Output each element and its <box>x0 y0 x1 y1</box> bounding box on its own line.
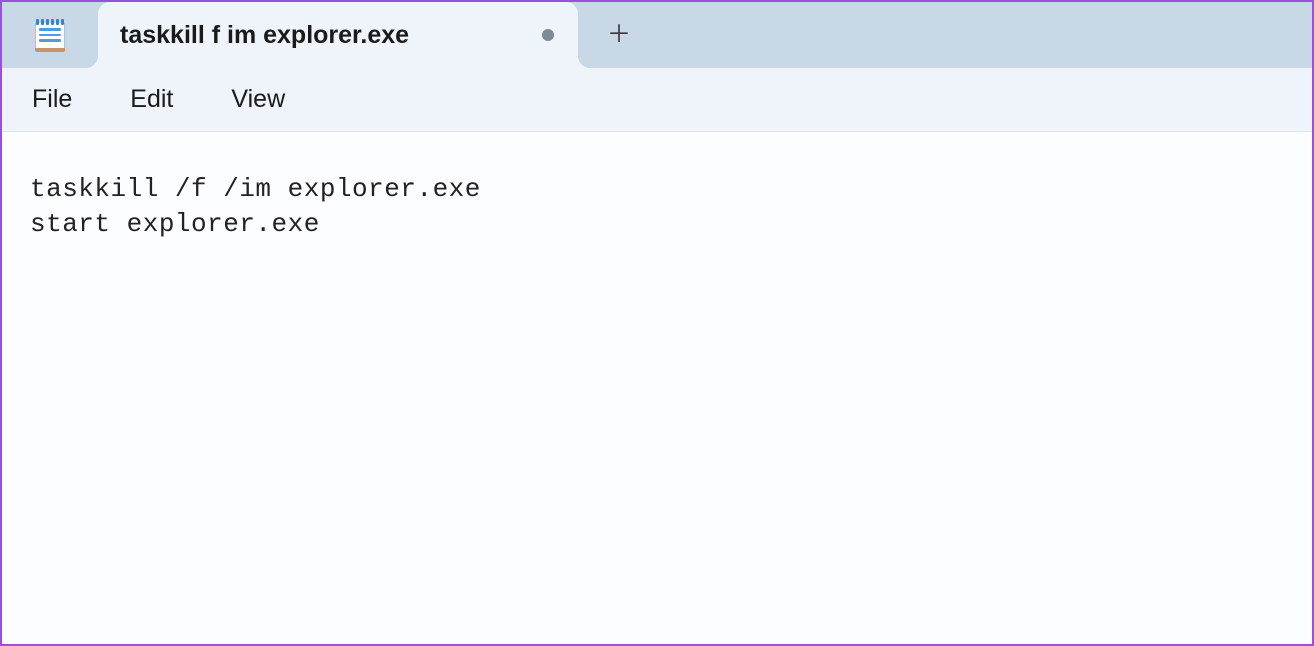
title-bar: taskkill f im explorer.exe ＋ <box>2 2 1312 68</box>
menu-file[interactable]: File <box>24 79 80 120</box>
menu-view[interactable]: View <box>223 79 293 120</box>
menu-bar: File Edit View <box>2 68 1312 132</box>
app-icon-wrap <box>2 2 98 68</box>
editor-area[interactable]: taskkill /f /im explorer.exe start explo… <box>2 132 1312 644</box>
notepad-icon <box>33 18 67 52</box>
plus-icon: ＋ <box>607 23 631 47</box>
tab-title: taskkill f im explorer.exe <box>120 21 518 50</box>
editor-text: taskkill /f /im explorer.exe start explo… <box>30 172 1284 242</box>
menu-edit[interactable]: Edit <box>122 79 181 120</box>
modified-indicator-icon[interactable] <box>542 29 554 41</box>
tab-active[interactable]: taskkill f im explorer.exe <box>98 2 578 68</box>
new-tab-button[interactable]: ＋ <box>594 2 644 68</box>
